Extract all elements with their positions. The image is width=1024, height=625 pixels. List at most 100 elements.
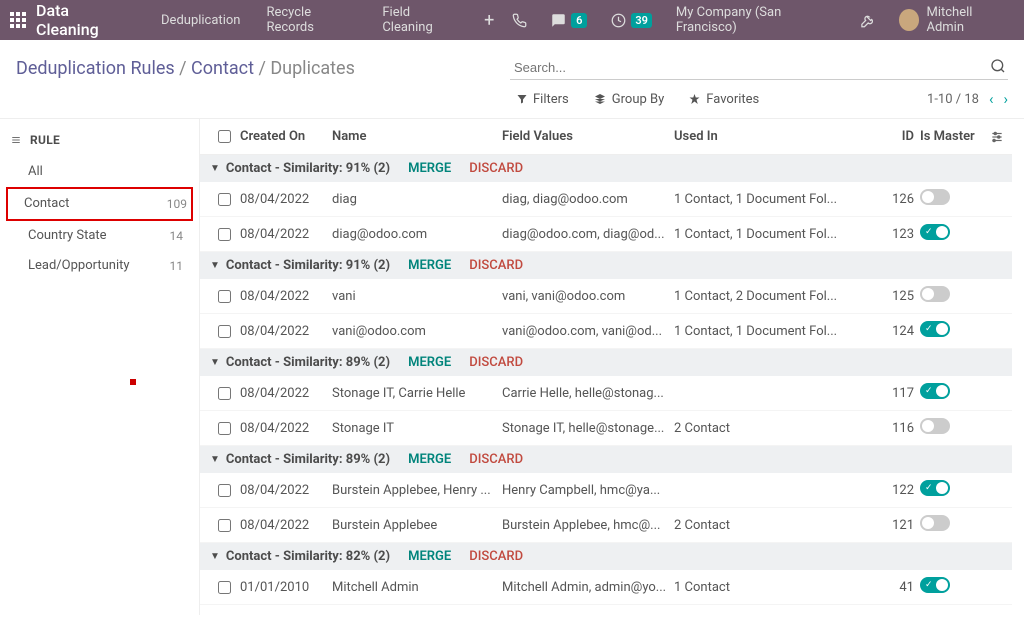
is-master-toggle[interactable]	[920, 224, 950, 240]
discard-button[interactable]: DISCARD	[469, 452, 523, 467]
cell-id: 126	[872, 192, 920, 207]
row-checkbox[interactable]	[218, 290, 231, 303]
apps-icon[interactable]	[10, 12, 26, 28]
table-row[interactable]: 08/04/2022 diag diag, diag@odoo.com 1 Co…	[200, 182, 1012, 217]
merge-button[interactable]: MERGE	[408, 161, 451, 176]
cell-field-values: Mitchell Admin, admin@yo...	[502, 580, 674, 595]
row-checkbox[interactable]	[218, 422, 231, 435]
phone-icon[interactable]	[506, 0, 533, 40]
col-created[interactable]: Created On	[240, 129, 332, 144]
merge-button[interactable]: MERGE	[408, 258, 451, 273]
is-master-toggle[interactable]	[920, 189, 950, 205]
table-row[interactable]: 08/04/2022 vani@odoo.com vani@odoo.com, …	[200, 314, 1012, 349]
tools-icon[interactable]	[854, 0, 881, 40]
discard-button[interactable]: DISCARD	[469, 161, 523, 176]
group-header[interactable]: ▼ Contact - Similarity: 82% (2) MERGE DI…	[200, 543, 1012, 570]
cell-used-in: 2 Contact	[674, 421, 872, 436]
table-row[interactable]: 08/04/2022 Stonage IT Stonage IT, helle@…	[200, 411, 1012, 446]
group-title: Contact - Similarity: 82% (2)	[226, 549, 390, 564]
breadcrumb-contact[interactable]: Contact	[191, 58, 254, 79]
is-master-toggle[interactable]	[920, 286, 950, 302]
search-input[interactable]	[510, 56, 1008, 80]
is-master-toggle[interactable]	[920, 577, 950, 593]
row-checkbox[interactable]	[218, 325, 231, 338]
cell-created: 08/04/2022	[240, 518, 332, 533]
rule-item-lead-opportunity[interactable]: Lead/Opportunity11	[10, 251, 189, 281]
merge-button[interactable]: MERGE	[408, 355, 451, 370]
user-menu[interactable]: Mitchell Admin	[893, 0, 1014, 40]
col-id[interactable]: ID	[872, 129, 920, 144]
is-master-toggle[interactable]	[920, 515, 950, 531]
pager-range[interactable]: 1-10 / 18	[927, 92, 979, 107]
user-name: Mitchell Admin	[926, 5, 1008, 35]
messages-icon[interactable]: 6	[545, 0, 593, 40]
nav-add[interactable]: +	[472, 0, 506, 40]
breadcrumb-rules[interactable]: Deduplication Rules	[16, 58, 175, 79]
app-title[interactable]: Data Cleaning	[36, 1, 130, 39]
pager-prev[interactable]: ‹	[989, 90, 994, 108]
cell-created: 08/04/2022	[240, 421, 332, 436]
discard-button[interactable]: DISCARD	[469, 549, 523, 564]
row-checkbox[interactable]	[218, 581, 231, 594]
merge-button[interactable]: MERGE	[408, 452, 451, 467]
cell-name: Stonage IT	[332, 421, 502, 436]
cell-name: vani	[332, 289, 502, 304]
list-header: Created On Name Field Values Used In ID …	[200, 119, 1012, 155]
table-row[interactable]: 08/04/2022 diag@odoo.com diag@odoo.com, …	[200, 217, 1012, 252]
cell-field-values: diag@odoo.com, diag@od...	[502, 227, 674, 242]
discard-button[interactable]: DISCARD	[469, 355, 523, 370]
activities-icon[interactable]: 39	[605, 0, 658, 40]
company-switcher[interactable]: My Company (San Francisco)	[670, 0, 842, 40]
search-icon[interactable]	[990, 58, 1006, 74]
cell-name: Mitchell Admin	[332, 580, 502, 595]
cell-is-master	[920, 286, 986, 306]
is-master-toggle[interactable]	[920, 418, 950, 434]
rule-item-contact[interactable]: Contact109	[6, 187, 193, 221]
rule-item-country-state[interactable]: Country State14	[10, 221, 189, 251]
is-master-toggle[interactable]	[920, 383, 950, 399]
discard-button[interactable]: DISCARD	[469, 258, 523, 273]
optional-columns-icon[interactable]	[990, 130, 1004, 144]
nav-recycle-records[interactable]: Recycle Records	[253, 0, 369, 40]
group-header[interactable]: ▼ Contact - Similarity: 91% (2) MERGE DI…	[200, 155, 1012, 182]
cell-created: 08/04/2022	[240, 483, 332, 498]
table-row[interactable]: 01/01/2010 Mitchell Admin Mitchell Admin…	[200, 570, 1012, 605]
pager-next[interactable]: ›	[1003, 90, 1008, 108]
cell-created: 08/04/2022	[240, 289, 332, 304]
cell-name: diag@odoo.com	[332, 227, 502, 242]
group-header[interactable]: ▼ Contact - Similarity: 89% (2) MERGE DI…	[200, 349, 1012, 376]
filters-button[interactable]: Filters	[516, 92, 569, 107]
group-header[interactable]: ▼ Contact - Similarity: 89% (2) MERGE DI…	[200, 446, 1012, 473]
row-checkbox[interactable]	[218, 484, 231, 497]
groupby-button[interactable]: Group By	[593, 92, 665, 107]
col-name[interactable]: Name	[332, 129, 502, 144]
cell-field-values: vani, vani@odoo.com	[502, 289, 674, 304]
row-checkbox[interactable]	[218, 387, 231, 400]
cell-is-master	[920, 383, 986, 403]
row-checkbox[interactable]	[218, 228, 231, 241]
cell-id: 122	[872, 483, 920, 498]
table-row[interactable]: 08/04/2022 Burstein Applebee Burstein Ap…	[200, 508, 1012, 543]
merge-button[interactable]: MERGE	[408, 549, 451, 564]
cell-id: 123	[872, 227, 920, 242]
row-checkbox[interactable]	[218, 193, 231, 206]
group-title: Contact - Similarity: 91% (2)	[226, 161, 390, 176]
nav-field-cleaning[interactable]: Field Cleaning	[369, 0, 472, 40]
table-row[interactable]: 08/04/2022 Stonage IT, Carrie Helle Carr…	[200, 376, 1012, 411]
is-master-toggle[interactable]	[920, 480, 950, 496]
nav-deduplication[interactable]: Deduplication	[148, 0, 253, 40]
group-header[interactable]: ▼ Contact - Similarity: 91% (2) MERGE DI…	[200, 252, 1012, 279]
row-checkbox[interactable]	[218, 519, 231, 532]
col-used-in[interactable]: Used In	[674, 129, 872, 144]
col-field-values[interactable]: Field Values	[502, 129, 674, 144]
cell-is-master	[920, 480, 986, 500]
cell-field-values: Carrie Helle, helle@stonag...	[502, 386, 674, 401]
table-row[interactable]: 08/04/2022 vani vani, vani@odoo.com 1 Co…	[200, 279, 1012, 314]
select-all-checkbox[interactable]	[218, 130, 231, 143]
cell-used-in: 1 Contact, 2 Document Fol...	[674, 289, 872, 304]
table-row[interactable]: 08/04/2022 Burstein Applebee, Henry ... …	[200, 473, 1012, 508]
rule-item-all[interactable]: All	[10, 157, 189, 187]
is-master-toggle[interactable]	[920, 321, 950, 337]
col-is-master[interactable]: Is Master	[920, 129, 986, 144]
favorites-button[interactable]: Favorites	[688, 92, 759, 107]
